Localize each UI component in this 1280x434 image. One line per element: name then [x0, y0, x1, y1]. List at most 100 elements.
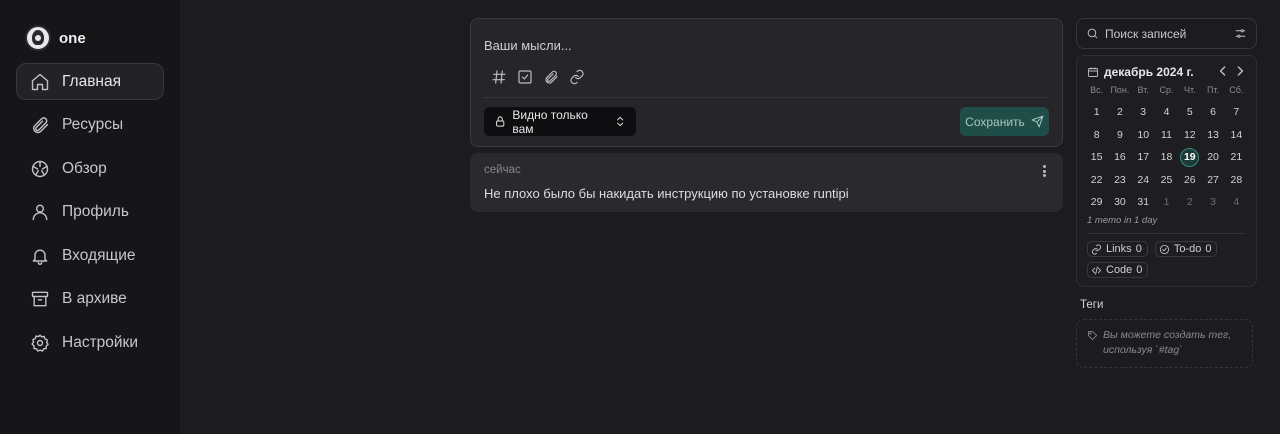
calendar-header: декабрь 2024 г.	[1087, 65, 1194, 79]
calendar-day[interactable]: 5	[1178, 104, 1201, 121]
calendar-day[interactable]: 1	[1155, 194, 1178, 211]
calendar-day[interactable]: 8	[1085, 127, 1108, 144]
sidebar-item-explore[interactable]: Обзор	[16, 150, 164, 187]
calendar-day[interactable]: 25	[1155, 172, 1178, 189]
weekday-label: Сб.	[1229, 85, 1244, 95]
calendar-day[interactable]: 2	[1178, 194, 1201, 211]
more-vertical-icon[interactable]	[1039, 164, 1049, 178]
calendar-day[interactable]: 2	[1108, 104, 1131, 121]
checkbox-icon[interactable]	[517, 69, 533, 85]
compass-icon	[29, 158, 50, 179]
calendar-day[interactable]: 9	[1108, 127, 1131, 144]
calendar-day[interactable]: 31	[1132, 194, 1155, 211]
calendar-day[interactable]: 6	[1201, 104, 1224, 121]
search-input[interactable]	[1105, 26, 1225, 41]
chevron-left-icon[interactable]	[1219, 65, 1227, 77]
calendar-day[interactable]: 3	[1201, 194, 1224, 211]
sidebar-item-settings[interactable]: Настройки	[16, 324, 164, 361]
sidebar-item-inbox[interactable]: Входящие	[16, 237, 164, 274]
sidebar-item-resources[interactable]: Ресурсы	[16, 107, 164, 144]
calendar-day-number: 7	[1233, 106, 1240, 118]
calendar-day[interactable]: 29	[1085, 194, 1108, 211]
weekday-label: Чт.	[1183, 85, 1196, 95]
calendar-day[interactable]: 21	[1225, 149, 1248, 166]
stat-count: 0	[1205, 243, 1212, 255]
calendar-summary: 1 memo in 1 day	[1087, 215, 1158, 226]
calendar-day-number: 22	[1090, 173, 1103, 186]
calendar-day-number: 27	[1207, 173, 1219, 186]
tag-icon	[1087, 330, 1098, 341]
calendar-day[interactable]: 4	[1225, 194, 1248, 211]
stat-code[interactable]: Code 0	[1087, 262, 1149, 278]
calendar-day-number: 17	[1137, 151, 1150, 164]
calendar-day-number: 24	[1137, 173, 1150, 186]
weekday-label: Вс.	[1090, 85, 1104, 95]
save-button-label: Сохранить	[965, 114, 1025, 129]
sidebar-nav: Главная Ресурсы Обзор Профиль Входящие В…	[16, 63, 164, 368]
calendar-day[interactable]: 13	[1201, 127, 1224, 144]
sidebar-item-profile[interactable]: Профиль	[16, 194, 164, 231]
calendar-day-number: 11	[1161, 128, 1172, 141]
paperclip-icon[interactable]	[543, 69, 559, 85]
calendar-day[interactable]: 28	[1225, 172, 1248, 189]
tags-empty-state: Вы можете создать тег, используя `#tag`	[1076, 319, 1253, 368]
calendar-day[interactable]: 7	[1225, 104, 1248, 121]
tags-title: Теги	[1080, 299, 1104, 311]
home-icon	[29, 71, 50, 92]
calendar-day-number: 10	[1137, 128, 1150, 141]
calendar-day[interactable]: 30	[1108, 194, 1131, 211]
calendar-day-number: 31	[1137, 196, 1150, 209]
calendar-day[interactable]: 3	[1132, 104, 1155, 121]
calendar-day[interactable]: 16	[1108, 149, 1131, 166]
visibility-label: Видно только вам	[512, 107, 588, 136]
calendar-day[interactable]: 20	[1201, 149, 1224, 166]
calendar-day-number: 28	[1230, 173, 1243, 186]
calendar-day-number: 29	[1090, 196, 1103, 209]
sidebar-item-label: Обзор	[62, 159, 107, 177]
sidebar-item-label: В архиве	[62, 290, 127, 307]
visibility-select[interactable]: Видно только вам	[484, 107, 636, 136]
sidebar-item-home[interactable]: Главная	[16, 63, 164, 100]
calendar-day[interactable]: 23	[1108, 172, 1131, 189]
calendar-day[interactable]: 15	[1085, 149, 1108, 166]
stat-count: 0	[1136, 264, 1143, 276]
calendar-day-number: 3	[1140, 106, 1147, 118]
calendar-day-number: 9	[1117, 128, 1123, 141]
lock-icon	[496, 116, 505, 127]
stat-todo[interactable]: To-do 0	[1154, 241, 1218, 257]
sidebar-item-archive[interactable]: В архиве	[16, 281, 164, 318]
calendar-day[interactable]: 22	[1085, 172, 1108, 189]
calendar-day[interactable]: 26	[1178, 172, 1201, 189]
brand[interactable]: one	[25, 25, 86, 51]
calendar-day[interactable]: 11	[1155, 127, 1178, 144]
hash-icon[interactable]	[491, 69, 507, 85]
avatar	[25, 25, 51, 51]
calendar-day[interactable]: 10	[1132, 127, 1155, 144]
memo-timestamp: сейчас	[484, 164, 521, 176]
chevron-right-icon[interactable]	[1236, 65, 1244, 77]
calendar-day[interactable]: 18	[1155, 149, 1178, 166]
calendar-day[interactable]: 1	[1085, 104, 1108, 121]
calendar-day-number: 5	[1186, 106, 1193, 118]
stat-label: Code	[1106, 264, 1133, 276]
check-circle-icon	[1159, 244, 1169, 254]
filter-settings-icon[interactable]	[1234, 27, 1247, 40]
calendar-day[interactable]: 17	[1132, 149, 1155, 166]
calendar-day-number: 4	[1163, 106, 1170, 118]
calendar-day[interactable]: 12	[1178, 127, 1201, 144]
gear-icon	[29, 332, 50, 353]
calendar-day[interactable]: 24	[1132, 172, 1155, 189]
link-icon[interactable]	[569, 69, 585, 85]
sidebar: one Главная Ресурсы Обзор Профиль Входящ…	[0, 0, 180, 434]
save-button[interactable]: Сохранить	[960, 107, 1049, 136]
calendar-day-number: 6	[1210, 106, 1216, 118]
calendar-day[interactable]: 14	[1225, 127, 1248, 144]
calendar-day-today[interactable]: 19	[1178, 148, 1201, 168]
calendar-day-number: 14	[1230, 128, 1243, 141]
editor-input[interactable]: Ваши мысли...	[484, 38, 572, 53]
stat-label: To-do	[1173, 243, 1202, 255]
stat-links[interactable]: Links 0	[1087, 241, 1148, 257]
weekday-label: Пт.	[1207, 85, 1220, 95]
calendar-day[interactable]: 4	[1155, 104, 1178, 121]
calendar-day[interactable]: 27	[1201, 172, 1224, 189]
